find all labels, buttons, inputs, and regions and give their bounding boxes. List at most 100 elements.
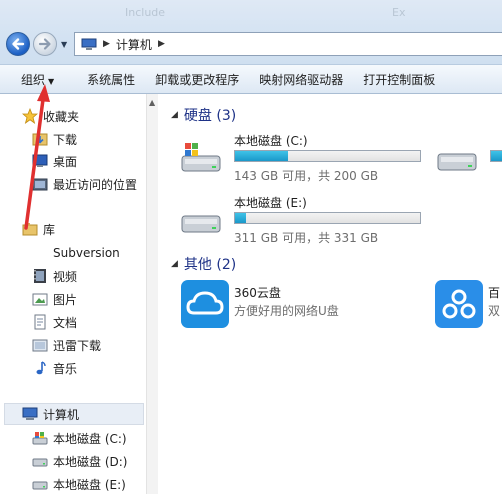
sidebar-label-documents: 文档 [53, 315, 78, 330]
cloud-icon [181, 280, 229, 328]
back-button[interactable] [6, 32, 30, 56]
music-icon [32, 360, 48, 376]
collapse-icon: ◢ [171, 110, 178, 120]
arrow-right-icon [38, 38, 51, 50]
chevron-down-icon: ▼ [48, 76, 55, 86]
recent-places-icon [32, 176, 48, 192]
usage-bar-fill [235, 213, 247, 223]
sidebar-item-drive-d[interactable]: 本地磁盘 (D:) [32, 451, 127, 471]
sidebar-item-desktop[interactable]: 桌面 [32, 151, 77, 171]
recent-pages-dropdown[interactable]: ▼ [61, 40, 67, 49]
library-icon [22, 221, 38, 237]
title-bar: Include Ex ▼ ▶ 计算机 ▶ [0, 0, 502, 64]
sidebar-scrollbar[interactable]: ▲ [146, 94, 158, 494]
usage-bar-fill [235, 151, 288, 161]
drive-space-info: 143 GB 可用，共 200 GB [234, 169, 379, 183]
usage-bar [234, 212, 421, 224]
system-drive-icon [181, 143, 221, 172]
map-network-drive-button[interactable]: 映射网络驱动器 [249, 71, 353, 88]
drive-tile-d-partial[interactable] [435, 130, 502, 188]
subversion-icon [32, 245, 48, 261]
drive-icon [32, 453, 48, 469]
ghost-title-right: Ex [392, 6, 406, 19]
drive-tile-c[interactable]: 本地磁盘 (C:) 143 GB 可用，共 200 GB [179, 130, 429, 188]
system-drive-icon [32, 430, 48, 446]
breadcrumb-separator-icon[interactable]: ▶ [103, 39, 110, 49]
sidebar-item-documents[interactable]: 文档 [32, 312, 77, 332]
usage-bar-fill [491, 151, 502, 161]
scroll-up-icon[interactable]: ▲ [149, 98, 155, 107]
star-icon [21, 107, 39, 124]
baidu-cloud-icon [435, 280, 483, 328]
sidebar-item-downloads[interactable]: 下载 [32, 129, 77, 149]
ghost-title-left: Include [125, 6, 166, 19]
drive-space-info: 311 GB 可用，共 331 GB [234, 231, 379, 245]
sidebar-label-drive-d: 本地磁盘 (D:) [53, 454, 128, 469]
address-bar[interactable]: ▶ 计算机 ▶ [74, 32, 502, 56]
app-tile-360-cloud[interactable]: 360云盘 方便好用的网络U盘 [179, 278, 419, 330]
sidebar-item-libraries[interactable]: 库 [22, 219, 55, 239]
sidebar-label-videos: 视频 [53, 269, 78, 284]
sidebar-item-subversion[interactable]: Subversion [32, 243, 120, 263]
sidebar-item-pictures[interactable]: 图片 [32, 289, 77, 309]
open-control-panel-button[interactable]: 打开控制面板 [353, 71, 445, 88]
collapse-icon: ◢ [171, 259, 178, 269]
arrow-left-icon [12, 38, 25, 50]
sidebar-item-videos[interactable]: 视频 [32, 266, 77, 286]
drive-icon [437, 153, 477, 171]
forward-button[interactable] [33, 32, 57, 56]
sidebar-item-drive-e[interactable]: 本地磁盘 (E:) [32, 474, 126, 494]
drive-icon [181, 215, 221, 233]
sidebar-label-desktop: 桌面 [53, 154, 78, 169]
sidebar-item-drive-c[interactable]: 本地磁盘 (C:) [32, 428, 127, 448]
sidebar-label-thunder-downloads: 迅雷下载 [53, 338, 102, 353]
sidebar-label-drive-c: 本地磁盘 (C:) [53, 431, 127, 446]
organize-label: 组织 [21, 72, 46, 87]
app-name: 百 [488, 286, 501, 300]
sidebar-label-downloads: 下载 [53, 132, 78, 147]
system-properties-button[interactable]: 系统属性 [64, 71, 145, 88]
document-icon [32, 314, 48, 330]
picture-icon [32, 291, 48, 307]
app-description: 双 [488, 304, 501, 318]
group-others[interactable]: ◢ 其他 (2) [171, 254, 236, 274]
drive-name: 本地磁盘 (E:) [234, 196, 307, 210]
computer-icon [81, 38, 97, 50]
sidebar-label-subversion: Subversion [53, 246, 120, 260]
thunder-folder-icon [32, 337, 48, 353]
sidebar-label-computer: 计算机 [43, 407, 80, 422]
sidebar-item-thunder-downloads[interactable]: 迅雷下载 [32, 335, 101, 355]
video-icon [32, 268, 48, 284]
group-hard-disks[interactable]: ◢ 硬盘 (3) [171, 105, 236, 125]
app-description: 方便好用的网络U盘 [234, 304, 339, 318]
computer-icon [22, 406, 38, 422]
sidebar-label-recent: 最近访问的位置 [53, 177, 138, 192]
sidebar-label-music: 音乐 [53, 361, 78, 376]
group-label-others: 其他 (2) [183, 257, 237, 273]
sidebar-label-libraries: 库 [43, 222, 56, 237]
organize-button[interactable]: 组织 ▼ [0, 71, 64, 88]
downloads-folder-icon [32, 131, 48, 147]
content-pane: ◢ 硬盘 (3) 本地磁盘 (C:) 143 GB 可用，共 200 GB 本地… [159, 94, 502, 494]
sidebar-item-favorites[interactable]: 收藏夹 [21, 106, 80, 126]
drive-icon [32, 476, 48, 492]
usage-bar [490, 150, 502, 162]
navigation-pane: 收藏夹 下载 桌面 最近访问的位置 库 Subversion 视频 图片 文档 … [0, 94, 158, 494]
usage-bar [234, 150, 421, 162]
breadcrumb-expand-icon[interactable]: ▶ [158, 39, 165, 49]
uninstall-program-button[interactable]: 卸载或更改程序 [145, 71, 249, 88]
drive-tile-e[interactable]: 本地磁盘 (E:) 311 GB 可用，共 331 GB [179, 192, 429, 250]
command-bar: 组织 ▼ 系统属性 卸载或更改程序 映射网络驱动器 打开控制面板 [0, 64, 502, 94]
drive-name: 本地磁盘 (C:) [234, 134, 308, 148]
sidebar-label-pictures: 图片 [53, 292, 78, 307]
sidebar-label-favorites: 收藏夹 [43, 109, 80, 124]
app-name: 360云盘 [234, 286, 281, 300]
group-label-hard-disks: 硬盘 (3) [183, 108, 237, 124]
sidebar-label-drive-e: 本地磁盘 (E:) [53, 477, 126, 492]
desktop-icon [32, 153, 48, 169]
sidebar-item-music[interactable]: 音乐 [32, 358, 77, 378]
breadcrumb-computer[interactable]: 计算机 [116, 36, 152, 53]
app-tile-baidu-cloud-partial[interactable]: 百 双 [433, 278, 502, 330]
sidebar-item-recent[interactable]: 最近访问的位置 [32, 174, 137, 194]
sidebar-item-computer[interactable]: 计算机 [22, 404, 79, 424]
